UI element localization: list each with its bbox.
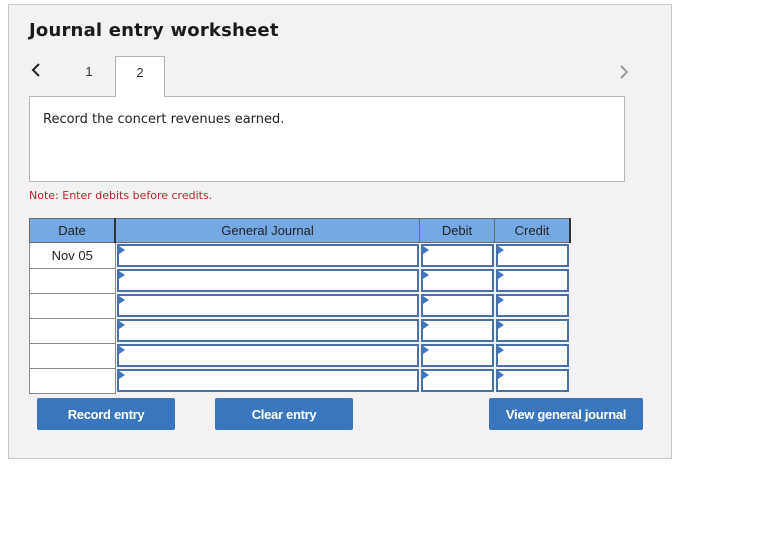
date-cell	[29, 317, 116, 344]
debit-input[interactable]	[420, 369, 494, 392]
credit-input[interactable]	[495, 319, 569, 342]
account-cell	[115, 318, 420, 343]
credit-cell	[494, 293, 570, 318]
credit-cell	[494, 343, 570, 368]
account-input[interactable]	[116, 244, 419, 267]
debit-cell	[419, 242, 495, 268]
table-row	[29, 367, 570, 394]
input-marker-icon	[422, 246, 429, 254]
chevron-left-icon	[31, 63, 40, 77]
debit-input[interactable]	[420, 294, 494, 317]
debit-cell	[419, 268, 495, 293]
credit-cell	[494, 242, 570, 268]
account-input[interactable]	[116, 294, 419, 317]
debit-input[interactable]	[420, 319, 494, 342]
credit-input[interactable]	[495, 294, 569, 317]
debit-cell	[419, 343, 495, 368]
input-marker-icon	[118, 246, 125, 254]
header-date: Date	[29, 218, 116, 243]
input-marker-icon	[118, 296, 125, 304]
debit-input[interactable]	[420, 269, 494, 292]
input-marker-icon	[118, 271, 125, 279]
date-cell	[29, 342, 116, 369]
debit-cell	[419, 318, 495, 343]
header-credit: Credit	[494, 218, 571, 243]
input-marker-icon	[118, 321, 125, 329]
input-marker-icon	[422, 346, 429, 354]
account-input[interactable]	[116, 344, 419, 367]
table-header-row: Date General Journal Debit Credit	[29, 218, 571, 243]
account-cell	[115, 268, 420, 293]
credit-cell	[494, 368, 570, 393]
account-cell	[115, 242, 420, 268]
credit-input[interactable]	[495, 269, 569, 292]
instruction-box: Record the concert revenues earned.	[29, 96, 625, 182]
instruction-text: Record the concert revenues earned.	[43, 112, 285, 127]
input-marker-icon	[497, 321, 504, 329]
date-cell	[29, 267, 116, 294]
credit-input[interactable]	[495, 344, 569, 367]
input-marker-icon	[422, 271, 429, 279]
input-marker-icon	[497, 271, 504, 279]
note-text: Note: Enter debits before credits.	[29, 189, 213, 202]
table-row	[29, 342, 570, 369]
account-cell	[115, 293, 420, 318]
input-marker-icon	[422, 321, 429, 329]
account-input[interactable]	[116, 269, 419, 292]
credit-input[interactable]	[495, 369, 569, 392]
credit-input[interactable]	[495, 244, 569, 267]
date-cell	[29, 367, 116, 394]
header-general-journal: General Journal	[114, 218, 420, 243]
header-debit: Debit	[419, 218, 495, 243]
input-marker-icon	[118, 346, 125, 354]
view-general-journal-button[interactable]: View general journal	[489, 398, 643, 430]
input-marker-icon	[118, 371, 125, 379]
tab-1[interactable]: 1	[74, 64, 104, 79]
account-cell	[115, 368, 420, 393]
previous-button[interactable]	[28, 60, 44, 80]
record-entry-button[interactable]: Record entry	[37, 398, 175, 430]
debit-input[interactable]	[420, 344, 494, 367]
input-marker-icon	[422, 296, 429, 304]
date-cell: Nov 05	[29, 242, 116, 269]
account-input[interactable]	[116, 369, 419, 392]
table-row	[29, 292, 570, 319]
table-row: Nov 05	[29, 242, 570, 269]
table-row	[29, 317, 570, 344]
input-marker-icon	[497, 296, 504, 304]
account-input[interactable]	[116, 319, 419, 342]
journal-table: Date General Journal Debit Credit Nov 05	[29, 218, 571, 394]
chevron-right-icon	[620, 65, 629, 79]
next-button[interactable]	[616, 62, 632, 82]
credit-cell	[494, 318, 570, 343]
credit-cell	[494, 268, 570, 293]
input-marker-icon	[497, 371, 504, 379]
account-cell	[115, 343, 420, 368]
worksheet-title: Journal entry worksheet	[29, 20, 279, 41]
debit-cell	[419, 368, 495, 393]
debit-cell	[419, 293, 495, 318]
debit-input[interactable]	[420, 244, 494, 267]
input-marker-icon	[422, 371, 429, 379]
input-marker-icon	[497, 246, 504, 254]
clear-entry-button[interactable]: Clear entry	[215, 398, 353, 430]
input-marker-icon	[497, 346, 504, 354]
tab-2[interactable]: 2	[115, 56, 165, 97]
table-row	[29, 267, 570, 294]
date-cell	[29, 292, 116, 319]
